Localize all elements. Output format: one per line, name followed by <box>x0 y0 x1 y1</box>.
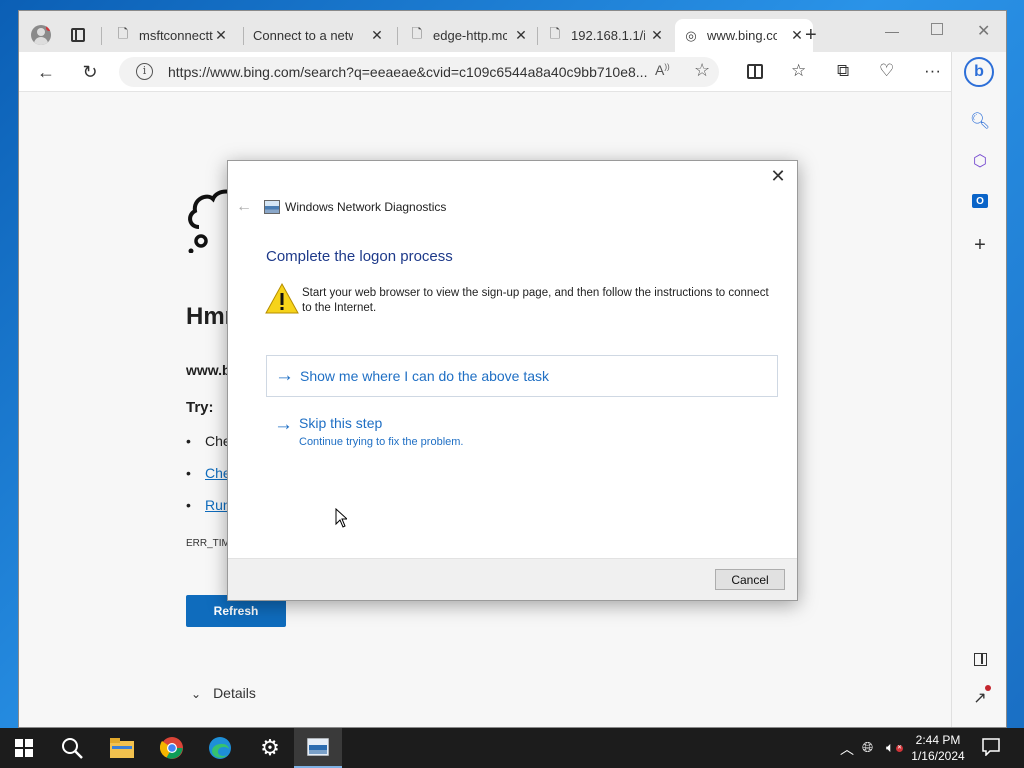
microsoft365-icon[interactable]: ⬡ <box>969 150 991 172</box>
tab-192-168-1-1[interactable]: 🗋 192.168.1.1/ic ✕ <box>539 19 673 52</box>
option-label[interactable]: Skip this step <box>299 415 382 431</box>
skip-step-option[interactable]: → Skip this step Continue trying to fix … <box>266 411 778 455</box>
page-icon: 🗋 <box>549 25 561 41</box>
close-icon[interactable]: ✕ <box>789 27 805 44</box>
address-bar-row: ← ↻ i https://www.bing.com/search?q=eeae… <box>19 52 1006 92</box>
page-icon: 🗋 <box>411 25 423 41</box>
info-icon[interactable]: i <box>136 63 153 80</box>
volume-muted-icon[interactable]: 🔈︎ ✕ <box>886 739 903 756</box>
close-icon[interactable]: ✕ <box>369 27 385 44</box>
clock-date: 1/16/2024 <box>911 749 965 763</box>
show-me-where-option[interactable]: → Show me where I can do the above task <box>266 355 778 397</box>
notification-icon[interactable] <box>982 738 1000 756</box>
edge-icon[interactable] <box>196 728 244 768</box>
back-arrow-icon[interactable]: ← <box>32 59 60 85</box>
close-icon[interactable]: ✕ <box>649 27 665 44</box>
warning-icon <box>265 282 299 314</box>
dialog-description: Start your web browser to view the sign-… <box>302 287 769 314</box>
read-aloud-icon[interactable]: A)) <box>655 62 670 78</box>
favorites-icon[interactable]: ☆ <box>791 61 806 81</box>
details-label: Details <box>213 685 256 701</box>
system-clock[interactable]: 2:44 PM 1/16/2024 <box>906 732 970 764</box>
network-diagnostics-taskbar-icon[interactable] <box>294 728 342 768</box>
error-host: www.b <box>186 362 231 378</box>
option-sublabel: Continue trying to fix the problem. <box>299 436 464 448</box>
back-arrow-icon: ← <box>236 198 252 215</box>
minimize-icon[interactable]: — <box>885 23 899 39</box>
tab-actions-icon[interactable] <box>71 28 85 42</box>
tab-bing[interactable]: ◎ www.bing.com ✕ <box>675 19 813 52</box>
tab-title: 192.168.1.1/ic <box>571 28 645 43</box>
url-text[interactable]: https://www.bing.com/search?q=eeaeae&cvi… <box>168 64 647 80</box>
mouse-cursor-icon <box>335 508 347 528</box>
option-label[interactable]: Show me where I can do the above task <box>300 368 549 384</box>
clock-time: 2:44 PM <box>915 733 961 747</box>
refresh-icon[interactable]: ↻ <box>76 59 104 85</box>
dialog-footer: Cancel <box>228 558 797 600</box>
dialog-app-title: Windows Network Diagnostics <box>285 200 447 214</box>
close-icon[interactable]: ✕ <box>213 27 229 44</box>
external-link-icon[interactable]: ↗ <box>969 685 991 709</box>
maximize-icon[interactable] <box>931 23 943 35</box>
tab-title: edge-http.mcs <box>433 28 507 43</box>
tab-title: Connect to a network <box>253 28 353 43</box>
list-item: • Che <box>186 433 231 449</box>
close-icon[interactable]: ✕ <box>513 27 529 44</box>
window-close-icon[interactable]: ✕ <box>977 21 990 41</box>
add-plus-icon[interactable]: + <box>969 234 991 256</box>
list-item-link[interactable]: • Che <box>186 465 231 481</box>
copilot-icon[interactable]: b <box>964 57 994 87</box>
search-icon[interactable] <box>48 728 96 768</box>
tab-edge-http[interactable]: 🗋 edge-http.mcs ✕ <box>401 19 537 52</box>
tab-connect-to-network[interactable]: Connect to a network ✕ <box>245 19 393 52</box>
error-page-icon: ◎ <box>685 27 697 43</box>
file-explorer-icon[interactable] <box>98 728 146 768</box>
dialog-heading: Complete the logon process <box>266 248 453 265</box>
try-label: Try: <box>186 399 214 416</box>
browser-essentials-icon[interactable]: ♡ <box>879 61 894 81</box>
more-menu-icon[interactable]: ··· <box>924 61 941 81</box>
start-windows-icon[interactable] <box>0 728 48 768</box>
settings-gear-icon[interactable]: ⚙ <box>246 728 294 768</box>
tab-strip: 🗋 msftconnecttest ✕ Connect to a network… <box>19 11 1006 52</box>
search-icon[interactable]: 🔍︎ <box>969 110 991 132</box>
edge-sidebar: b 🔍︎ ⬡ O + ↗ ⚙ <box>951 52 1006 727</box>
arrow-right-icon: → <box>275 365 294 386</box>
list-item-link[interactable]: • Run <box>186 497 231 513</box>
tab-title: www.bing.com <box>707 28 777 43</box>
url-bar[interactable]: i https://www.bing.com/search?q=eeaeae&c… <box>119 57 719 87</box>
cancel-button[interactable]: Cancel <box>715 569 785 590</box>
details-toggle[interactable]: ⌄ Details <box>191 685 256 701</box>
network-diagnostics-dialog: ✕ ← Windows Network Diagnostics Complete… <box>227 160 798 601</box>
hide-sidebar-icon[interactable] <box>969 648 991 670</box>
collections-icon[interactable]: ⧉ <box>837 61 849 81</box>
taskbar: ⚙ ︿ 🌐︎ 🔈︎ ✕ 2:44 PM 1/16/2024 <box>0 728 1024 768</box>
network-globe-icon[interactable]: 🌐︎ <box>862 739 873 756</box>
outlook-icon[interactable]: O <box>969 190 991 212</box>
profile-icon[interactable] <box>31 25 51 45</box>
chrome-icon[interactable] <box>148 728 196 768</box>
network-diagnostics-app-icon <box>264 200 280 214</box>
favorite-star-icon[interactable]: ☆ <box>694 60 710 81</box>
arrow-right-icon: → <box>274 414 293 435</box>
chevron-up-icon[interactable]: ︿ <box>840 739 854 759</box>
chevron-down-icon: ⌄ <box>191 687 202 701</box>
new-tab-plus-icon[interactable]: + <box>805 24 817 47</box>
tab-title: msftconnecttest <box>139 28 213 43</box>
page-icon: 🗋 <box>117 25 129 41</box>
close-icon[interactable]: ✕ <box>767 166 789 188</box>
tab-msftconnecttest[interactable]: 🗋 msftconnecttest ✕ <box>107 19 237 52</box>
split-screen-icon[interactable] <box>747 64 763 79</box>
